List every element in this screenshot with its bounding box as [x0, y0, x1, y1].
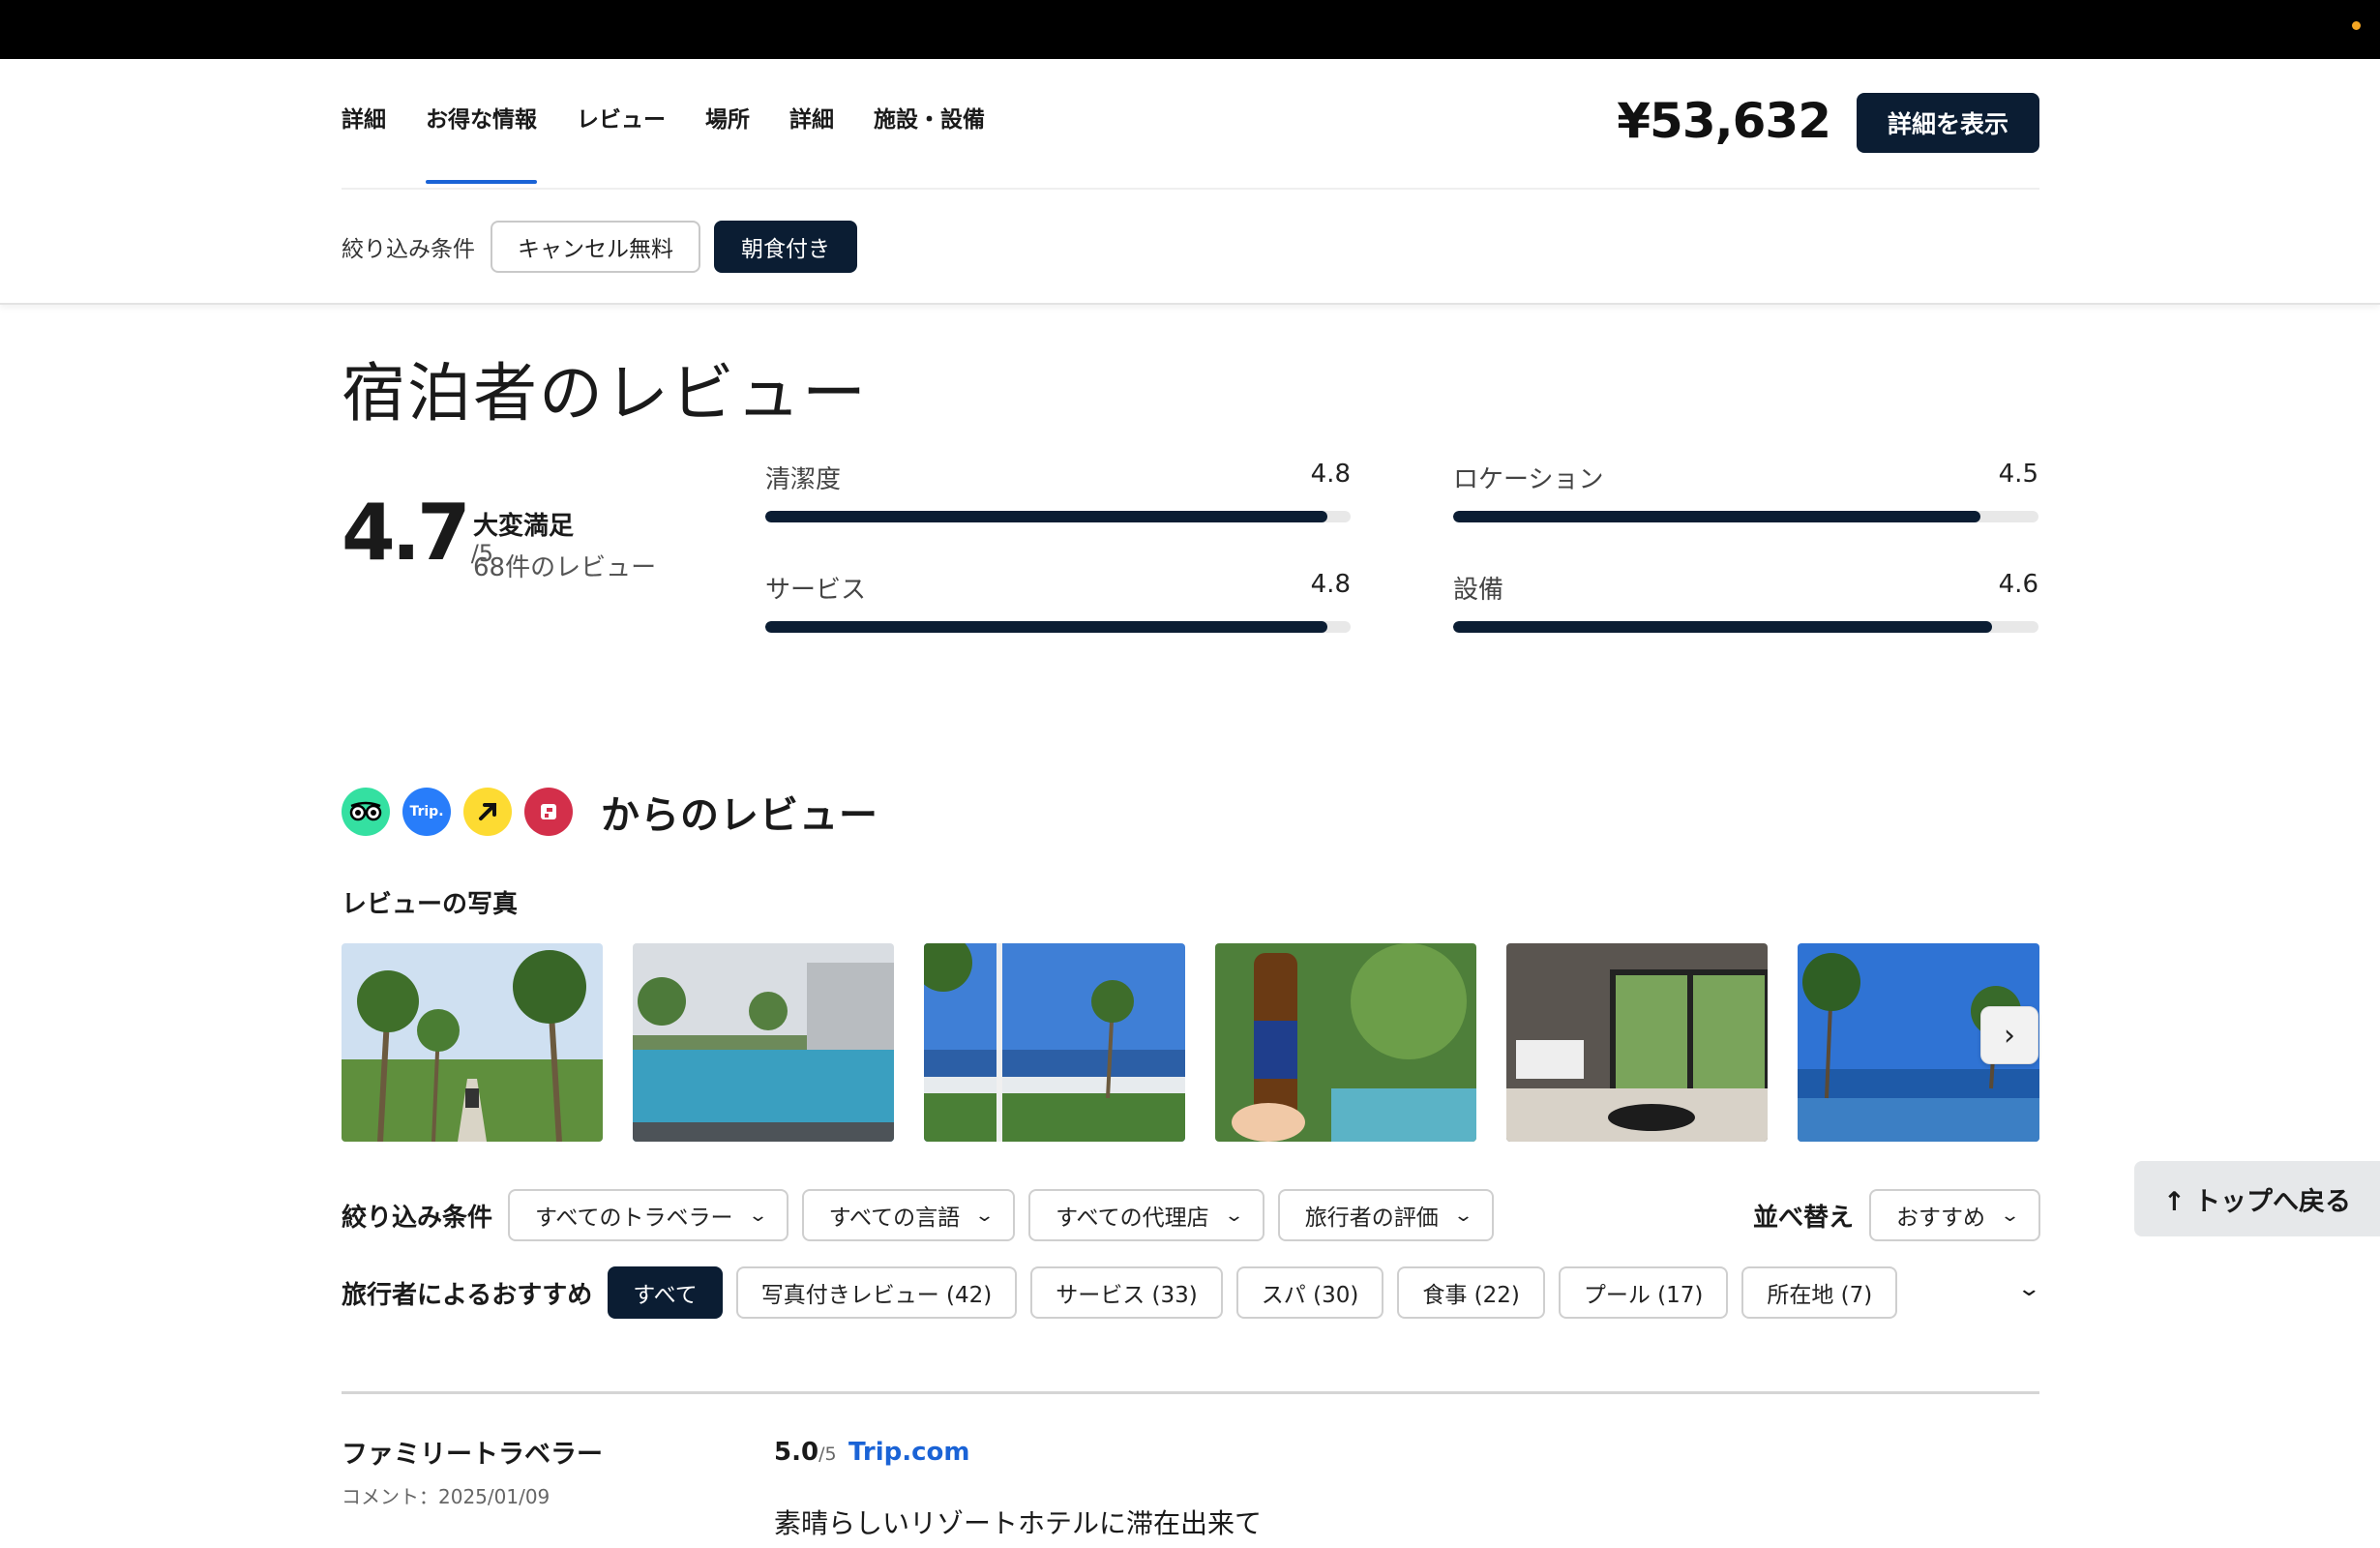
category-value: 4.8 [1310, 460, 1351, 489]
dropdown-value: おすすめ [1896, 1206, 1986, 1231]
review-date: コメント：2025/01/09 [342, 1485, 550, 1508]
sources-title: からのレビュー [601, 793, 878, 838]
dropdown-value: 旅行者の評価 [1304, 1206, 1439, 1231]
photos-next-button[interactable]: › [1980, 1006, 2038, 1064]
language-dropdown[interactable]: すべての言語 ⌄ [801, 1189, 1016, 1241]
browser-top-bar [0, 0, 2380, 59]
back-to-top-button[interactable]: ↑ トップへ戻る [2134, 1161, 2380, 1236]
sort-label: 並べ替え [1753, 1203, 1855, 1233]
category-bar-fill [765, 511, 1327, 522]
review-count: 68件のレビュー [473, 553, 657, 582]
category-bar-fill [1453, 511, 1980, 522]
chevron-down-icon: ⌄ [747, 1205, 768, 1226]
category-bar [1453, 511, 2038, 522]
section-tabs: 詳細 お得な情報 レビュー 場所 詳細 施設・設備 [342, 59, 1025, 187]
category-label: 設備 [1453, 576, 1504, 605]
traveler-type-dropdown[interactable]: すべてのトラベラー ⌄ [508, 1189, 788, 1241]
palm-path-photo[interactable] [342, 943, 603, 1142]
category-bar-fill [765, 621, 1327, 633]
reviewer-type: ファミリートラベラー [342, 1440, 603, 1470]
chevron-down-icon: ⌄ [1223, 1205, 1244, 1226]
beer-photo[interactable] [1215, 943, 1476, 1142]
pool-photo[interactable] [633, 943, 894, 1142]
chevron-down-icon: ⌄ [1999, 1205, 2021, 1226]
category-bar [765, 511, 1351, 522]
beach-photo[interactable] [924, 943, 1185, 1142]
tab-details-2[interactable]: 詳細 [789, 59, 834, 187]
category-bar [1453, 621, 2038, 633]
traveler-rating-dropdown[interactable]: 旅行者の評価 ⌄ [1277, 1189, 1494, 1241]
tab-reviews[interactable]: レビュー [577, 59, 666, 187]
rating-word: 大変満足 [473, 512, 575, 541]
category-bar-fill [1453, 621, 1992, 633]
review-sources: Trip. からのレビュー [342, 784, 878, 840]
agency-dropdown[interactable]: すべての代理店 ⌄ [1028, 1189, 1264, 1241]
reviews-divider [342, 1391, 2039, 1394]
tabs-divider [342, 188, 2039, 190]
category-bar [765, 621, 1351, 633]
category-label: ロケーション [1453, 465, 1604, 494]
chevron-down-icon: ⌄ [1452, 1205, 1473, 1226]
rec-pill-location[interactable]: 所在地 (7) [1741, 1266, 1898, 1319]
hotels-com-icon [524, 788, 573, 836]
trip-com-icon: Trip. [402, 788, 451, 836]
score-meta: 大変満足 68件のレビュー [473, 506, 656, 583]
tab-facilities[interactable]: 施設・設備 [874, 59, 985, 187]
tripadvisor-icon [342, 788, 390, 836]
review-source-link[interactable]: Trip.com [848, 1438, 969, 1467]
tab-details[interactable]: 詳細 [342, 59, 386, 187]
rec-pill-dining[interactable]: 食事 (22) [1397, 1266, 1545, 1319]
rec-pill-spa[interactable]: スパ (30) [1235, 1266, 1384, 1319]
sort-dropdown[interactable]: おすすめ ⌄ [1869, 1189, 2041, 1241]
recommendations-label: 旅行者によるおすすめ [342, 1280, 593, 1310]
reviews-heading: 宿泊者のレビュー [342, 356, 868, 431]
rec-pill-pool[interactable]: プール (17) [1558, 1266, 1729, 1319]
dropdown-value: すべてのトラベラー [535, 1206, 733, 1231]
category-label: 清潔度 [765, 465, 842, 494]
photos-title: レビューの写真 [342, 890, 519, 919]
deal-filter-row: 絞り込み条件 キャンセル無料 朝食付き [342, 220, 871, 273]
review-score: 5.0/5 [774, 1438, 837, 1467]
tab-location[interactable]: 場所 [705, 59, 750, 187]
category-cleanliness: 清潔度 4.8 [765, 460, 1351, 522]
chevron-down-icon: ⌄ [974, 1205, 996, 1226]
review-text: 素晴らしいリゾートホテルに滞在出来て [774, 1507, 1263, 1539]
review-photos-carousel [342, 943, 2039, 1142]
tab-deals[interactable]: お得な情報 [426, 59, 537, 187]
dropdown-value: すべての代理店 [1056, 1206, 1209, 1231]
category-value: 4.8 [1310, 570, 1351, 599]
show-details-button[interactable]: 詳細を表示 [1857, 93, 2039, 153]
sticky-header: 詳細 お得な情報 レビュー 場所 詳細 施設・設備 ¥53,632 詳細を表示 … [0, 59, 2380, 305]
category-location: ロケーション 4.5 [1453, 460, 2038, 522]
category-facilities: 設備 4.6 [1453, 570, 2038, 633]
rec-pill-all[interactable]: すべて [608, 1266, 723, 1319]
sort-control: 並べ替え おすすめ ⌄ [1753, 1189, 2054, 1241]
dropdown-value: すべての言語 [828, 1206, 961, 1231]
breakfast-included-chip[interactable]: 朝食付き [714, 220, 857, 273]
filter-label: 絞り込み条件 [342, 236, 475, 262]
free-cancellation-chip[interactable]: キャンセル無料 [491, 220, 700, 273]
price: ¥53,632 [1617, 93, 1831, 149]
rec-pill-service[interactable]: サービス (33) [1030, 1266, 1223, 1319]
category-value: 4.5 [1998, 460, 2038, 489]
category-label: サービス [765, 576, 867, 605]
overall-score: 4.7 /5 [342, 493, 493, 573]
room-photo[interactable] [1506, 943, 1768, 1142]
traveler-recommendations: 旅行者によるおすすめ すべて 写真付きレビュー (42) サービス (33) ス… [342, 1266, 1911, 1319]
review-score-max: /5 [818, 1444, 837, 1465]
rec-pill-photos[interactable]: 写真付きレビュー (42) [735, 1266, 1018, 1319]
category-service: サービス 4.8 [765, 570, 1351, 633]
review-score-value: 5.0 [774, 1438, 819, 1467]
notification-dot [2352, 21, 2361, 30]
overall-score-value: 4.7 [342, 488, 471, 578]
expedia-icon [463, 788, 512, 836]
category-value: 4.6 [1998, 570, 2038, 599]
review-filter-row: 絞り込み条件 すべてのトラベラー ⌄ すべての言語 ⌄ すべての代理店 ⌄ 旅行者の評… [342, 1189, 1507, 1241]
expand-chevron-icon[interactable]: ⌄ [2016, 1277, 2041, 1301]
review-filter-label: 絞り込み条件 [342, 1203, 493, 1233]
